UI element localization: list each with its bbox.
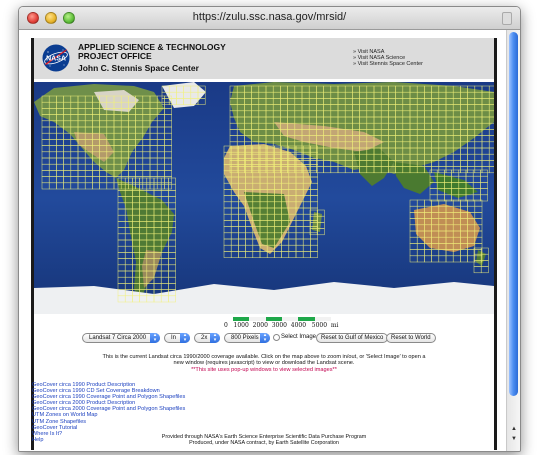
image-size-select[interactable]: 800 Pixels ▴ ▾ [224, 333, 270, 343]
select-image-label: Select Image [281, 334, 317, 340]
zoom-factor-value: 2x [201, 335, 208, 341]
reset-world-button[interactable]: Reset to World [386, 333, 436, 343]
page-container: NASA APPLIED SCIENCE & TECHNOLOGY PROJEC… [31, 38, 497, 450]
browser-window: https://zulu.ssc.nasa.gov/mrsid/ NASA AP… [18, 6, 521, 452]
office-title-line: PROJECT OFFICE [78, 51, 152, 61]
reset-gulf-button[interactable]: Reset to Gulf of Mexico [316, 333, 389, 343]
visit-stennis-link[interactable]: » Visit Stennis Space Center [353, 61, 423, 67]
coverage-map[interactable] [34, 82, 494, 314]
select-image-radio[interactable] [273, 334, 280, 341]
map-controls: Landsat 7 Circa 2000 ▴ ▾ In ▴ ▾ 2x ▴ ▾ 800 … [34, 333, 494, 345]
scale-segment [298, 317, 315, 321]
office-subtitle: John C. Stennis Space Center [78, 63, 199, 73]
scale-segment [281, 317, 299, 321]
toolbar-toggle-button[interactable] [502, 12, 512, 25]
page-content: NASA APPLIED SCIENCE & TECHNOLOGY PROJEC… [19, 30, 506, 451]
nasa-logo[interactable]: NASA [42, 44, 70, 72]
popup-warning: **This site uses pop-up windows to view … [191, 366, 337, 373]
vertical-scrollbar[interactable]: ▲ ▼ [506, 30, 520, 451]
footer-line: Produced, under NASA contract, by Earth … [189, 440, 339, 447]
description: This is the current Landsat circa 1990/2… [34, 354, 494, 373]
select-arrows-icon: ▴ ▾ [260, 333, 270, 343]
dataset-select[interactable]: Landsat 7 Circa 2000 ▴ ▾ [82, 333, 160, 343]
scale-segment [265, 317, 282, 321]
scale-bar: 0 1000 2000 3000 4000 5000 mi [34, 316, 494, 332]
scale-segment [249, 317, 266, 321]
select-arrows-icon: ▴ ▾ [150, 333, 160, 343]
site-header: NASA APPLIED SCIENCE & TECHNOLOGY PROJEC… [34, 38, 494, 79]
title-bar: https://zulu.ssc.nasa.gov/mrsid/ [19, 7, 520, 30]
scale-colors [233, 317, 331, 321]
scroll-up-arrow-icon[interactable]: ▲ [510, 426, 518, 432]
select-arrows-icon: ▴ ▾ [180, 333, 190, 343]
scroll-down-arrow-icon[interactable]: ▼ [510, 436, 518, 442]
scale-labels: 0 1000 2000 3000 4000 5000 mi [224, 322, 339, 329]
select-arrows-icon: ▴ ▾ [210, 333, 220, 343]
world-map[interactable] [34, 82, 494, 314]
scale-segment [314, 317, 331, 321]
dataset-value: Landsat 7 Circa 2000 [89, 335, 147, 341]
window-url: https://zulu.ssc.nasa.gov/mrsid/ [192, 11, 347, 23]
footer: Provided through NASA's Earth Science En… [34, 434, 494, 447]
scrollbar-thumb[interactable] [509, 32, 518, 396]
image-size-value: 800 Pixels [231, 335, 259, 341]
office-title: APPLIED SCIENCE & TECHNOLOGY PROJECT OFF… [78, 43, 226, 61]
zoom-direction-select[interactable]: In ▴ ▾ [164, 333, 190, 343]
svg-text:NASA: NASA [46, 56, 66, 63]
header-links: » Visit NASA » Visit NASA Science » Visi… [353, 49, 423, 68]
zoom-factor-select[interactable]: 2x ▴ ▾ [194, 333, 220, 343]
scale-segment [233, 317, 250, 321]
zoom-direction-value: In [171, 335, 177, 341]
